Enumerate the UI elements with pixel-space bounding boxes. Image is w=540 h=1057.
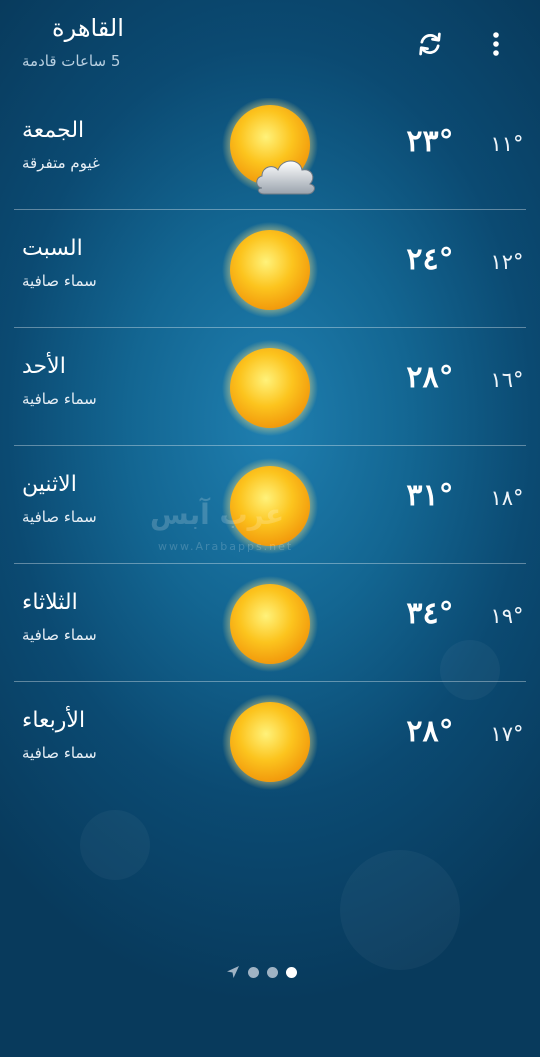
sun-icon bbox=[222, 694, 318, 790]
high-temp: ٢٤° bbox=[406, 242, 454, 277]
low-temp: ١٦° bbox=[490, 368, 524, 392]
forecast-row[interactable]: الجمعة غيوم متفرقة ٢٣° ١١° bbox=[0, 92, 540, 210]
app-header: القاهرة 5 ساعات قادمة bbox=[0, 0, 540, 90]
condition-label: سماء صافية bbox=[22, 626, 97, 644]
low-temp: ١٩° bbox=[490, 604, 524, 628]
sun-icon bbox=[222, 340, 318, 436]
forecast-row[interactable]: السبت سماء صافية ٢٤° ١٢° bbox=[0, 210, 540, 328]
sun-cloud-icon bbox=[222, 98, 318, 195]
page-dot[interactable] bbox=[267, 966, 278, 978]
day-name: السبت bbox=[22, 236, 83, 261]
city-name[interactable]: القاهرة bbox=[52, 14, 124, 42]
condition-label: سماء صافية bbox=[22, 508, 97, 526]
watermark-text: عرب آبس bbox=[150, 498, 285, 531]
low-temp: ١٢° bbox=[490, 250, 524, 274]
high-temp: ٣١° bbox=[406, 478, 454, 513]
watermark: عرب آبس www.Arabapps.net bbox=[150, 490, 390, 560]
day-name: الثلاثاء bbox=[22, 590, 78, 615]
condition-label: غيوم متفرقة bbox=[22, 154, 100, 172]
page-indicator[interactable] bbox=[226, 962, 297, 982]
forecast-row[interactable]: الأحد سماء صافية ٢٨° ١٦° bbox=[0, 328, 540, 446]
bokeh-decoration bbox=[340, 850, 460, 970]
page-dot[interactable] bbox=[248, 966, 259, 978]
bokeh-decoration bbox=[80, 810, 150, 880]
forecast-range-label: 5 ساعات قادمة bbox=[22, 52, 121, 70]
overflow-menu-button[interactable] bbox=[480, 22, 512, 66]
day-name: الأحد bbox=[22, 354, 66, 379]
day-name: الجمعة bbox=[22, 118, 85, 143]
high-temp: ٢٣° bbox=[406, 124, 454, 159]
low-temp: ١٧° bbox=[490, 722, 524, 746]
day-name: الأربعاء bbox=[22, 708, 86, 733]
condition-label: سماء صافية bbox=[22, 272, 97, 290]
day-name: الاثنين bbox=[22, 472, 77, 497]
refresh-button[interactable] bbox=[408, 22, 452, 66]
sun-icon bbox=[222, 222, 318, 318]
high-temp: ٢٨° bbox=[406, 360, 454, 395]
watermark-url: www.Arabapps.net bbox=[158, 540, 294, 553]
page-dot-active[interactable] bbox=[286, 966, 297, 978]
refresh-icon bbox=[419, 32, 441, 56]
low-temp: ١١° bbox=[490, 132, 524, 156]
forecast-row[interactable]: الأربعاء سماء صافية ٢٨° ١٧° bbox=[0, 682, 540, 800]
sun-icon bbox=[222, 576, 318, 672]
forecast-list: الجمعة غيوم متفرقة ٢٣° ١١° السبت سماء صا… bbox=[0, 92, 540, 800]
more-vert-icon bbox=[493, 32, 499, 56]
condition-label: سماء صافية bbox=[22, 744, 97, 762]
high-temp: ٣٤° bbox=[406, 596, 454, 631]
low-temp: ١٨° bbox=[490, 486, 524, 510]
condition-label: سماء صافية bbox=[22, 390, 97, 408]
high-temp: ٢٨° bbox=[406, 714, 454, 749]
forecast-row[interactable]: الثلاثاء سماء صافية ٣٤° ١٩° bbox=[0, 564, 540, 682]
location-arrow-icon[interactable] bbox=[226, 965, 240, 979]
